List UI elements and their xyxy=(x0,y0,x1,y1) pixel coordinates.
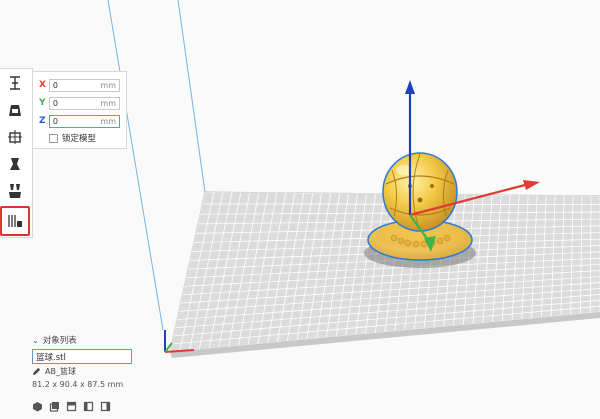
y-value: 0 xyxy=(52,98,58,108)
z-axis-label: Z xyxy=(39,116,46,126)
object-list: ⌄ 对象列表 篮球.stl xyxy=(32,334,152,364)
object-file-name: 篮球.stl xyxy=(36,352,66,363)
object-dimensions: 81.2 x 90.4 x 87.5 mm xyxy=(32,380,124,389)
object-name: AB_篮球 xyxy=(45,366,76,376)
lock-model-label: 锁定模型 xyxy=(62,134,97,144)
rotate-tool-button[interactable] xyxy=(0,124,30,150)
per-model-settings-icon xyxy=(9,184,21,198)
x-unit: mm xyxy=(100,80,116,90)
view-left-icon[interactable] xyxy=(83,401,94,412)
scale-tool-button[interactable] xyxy=(0,97,30,123)
mirror-tool-button[interactable] xyxy=(0,151,30,177)
z-row: Z 0 mm xyxy=(39,114,120,128)
y-axis-label: Y xyxy=(39,98,46,108)
z-value: 0 xyxy=(52,116,58,126)
x-row: X 0 mm xyxy=(39,78,120,92)
x-value: 0 xyxy=(52,80,58,90)
object-list-title: 对象列表 xyxy=(42,336,77,346)
lock-model-checkbox[interactable] xyxy=(49,133,58,143)
move-icon xyxy=(10,76,20,90)
chevron-down-icon: ⌄ xyxy=(32,335,39,345)
view-top-icon[interactable] xyxy=(66,401,77,412)
object-list-header[interactable]: ⌄ 对象列表 xyxy=(32,334,152,347)
y-row: Y 0 mm xyxy=(39,96,120,110)
per-model-settings-tool-button[interactable] xyxy=(0,178,30,204)
tool-sidebar xyxy=(0,68,33,238)
move-settings-panel: X 0 mm Y 0 mm Z 0 mm 锁定模型 xyxy=(32,71,127,149)
rotate-icon xyxy=(8,130,22,144)
scale-icon xyxy=(9,105,21,116)
pencil-icon xyxy=(32,367,41,375)
object-name-row[interactable]: AB_篮球 xyxy=(32,365,123,377)
view-right-icon[interactable] xyxy=(100,401,111,412)
view-front-icon[interactable] xyxy=(49,401,60,412)
z-axis-arrow xyxy=(405,80,415,94)
build-plate xyxy=(169,191,600,358)
camera-view-buttons xyxy=(32,401,117,412)
mirror-icon xyxy=(10,158,20,170)
z-input[interactable]: 0 mm xyxy=(48,114,120,128)
x-axis-arrow xyxy=(523,180,540,190)
object-list-item[interactable]: 篮球.stl xyxy=(32,349,132,364)
lock-model-row[interactable]: 锁定模型 xyxy=(49,132,120,144)
y-unit: mm xyxy=(100,98,116,108)
move-tool-button[interactable] xyxy=(0,70,30,96)
support-blocker-tool-button[interactable] xyxy=(0,206,30,236)
y-input[interactable]: 0 mm xyxy=(48,96,120,110)
cura-app: X 0 mm Y 0 mm Z 0 mm 锁定模型 ⌄ 对象列表 篮球.stl … xyxy=(0,0,600,419)
x-input[interactable]: 0 mm xyxy=(48,78,120,92)
support-blocker-icon xyxy=(8,215,22,227)
view-3d-icon[interactable] xyxy=(32,401,43,412)
z-unit: mm xyxy=(100,116,116,126)
object-info: AB_篮球 81.2 x 90.4 x 87.5 mm xyxy=(32,365,124,390)
x-axis-label: X xyxy=(39,80,46,90)
